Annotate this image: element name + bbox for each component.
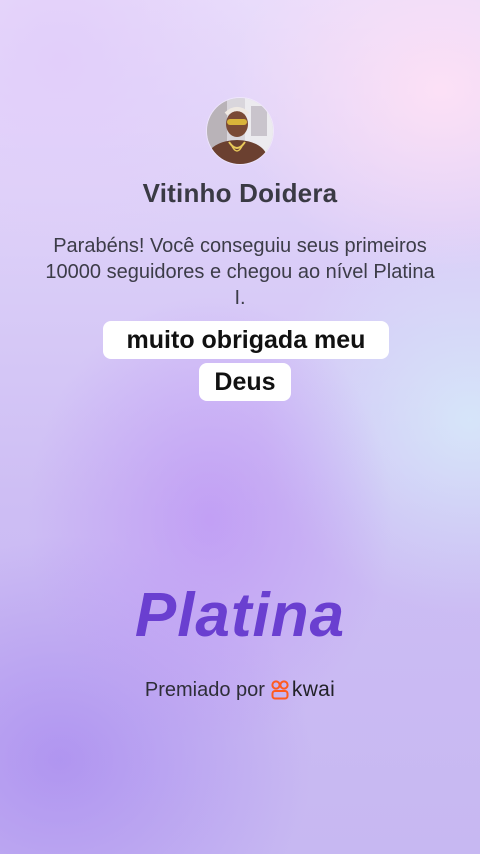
avatar-photo-icon bbox=[207, 98, 273, 164]
kwai-brand: kwai bbox=[271, 678, 335, 702]
caption-line-1: muito obrigada meu bbox=[103, 321, 389, 359]
kwai-brand-label: kwai bbox=[291, 678, 336, 701]
awarded-by-label: Premiado por bbox=[144, 678, 265, 701]
awarded-by-row: Premiado por kwai bbox=[0, 676, 480, 704]
tier-title: Platina bbox=[134, 581, 346, 650]
profile-name: Vitinho Doidera bbox=[142, 178, 338, 208]
kwai-logo-icon bbox=[271, 680, 289, 700]
congrats-message: Parabéns! Você conseguiu seus primeiros … bbox=[45, 235, 435, 309]
profile-avatar bbox=[207, 98, 273, 164]
caption-line-2: Deus bbox=[199, 363, 291, 401]
